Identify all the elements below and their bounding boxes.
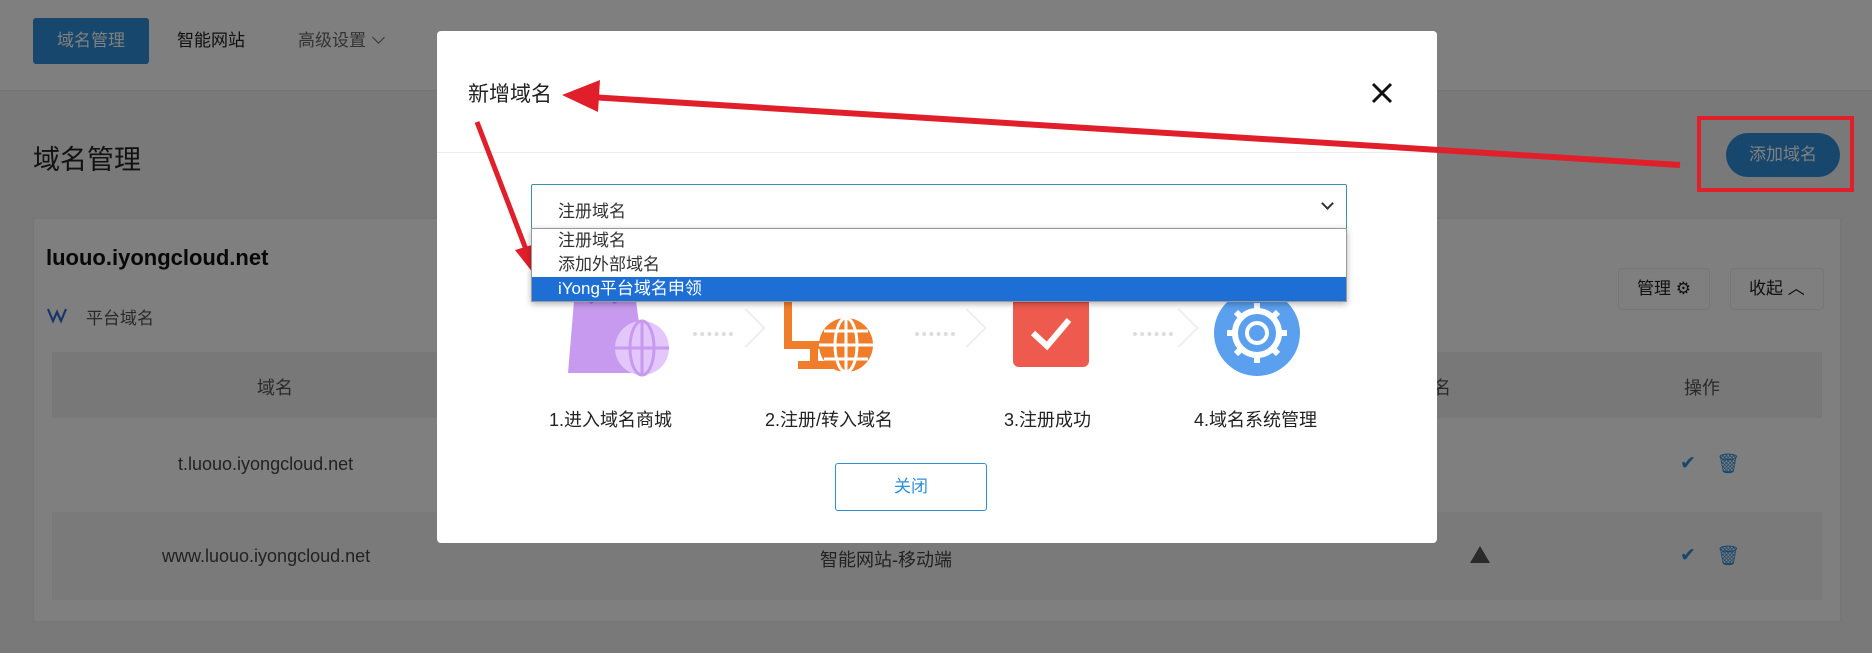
option-iyong-platform-domain[interactable]: iYong平台域名申领 <box>532 277 1346 301</box>
annotation-arrows <box>474 80 1681 278</box>
select-dropdown: 注册域名 添加外部域名 iYong平台域名申领 <box>531 228 1347 302</box>
option-add-external-domain[interactable]: 添加外部域名 <box>532 253 1346 277</box>
option-register-domain[interactable]: 注册域名 <box>532 229 1346 253</box>
